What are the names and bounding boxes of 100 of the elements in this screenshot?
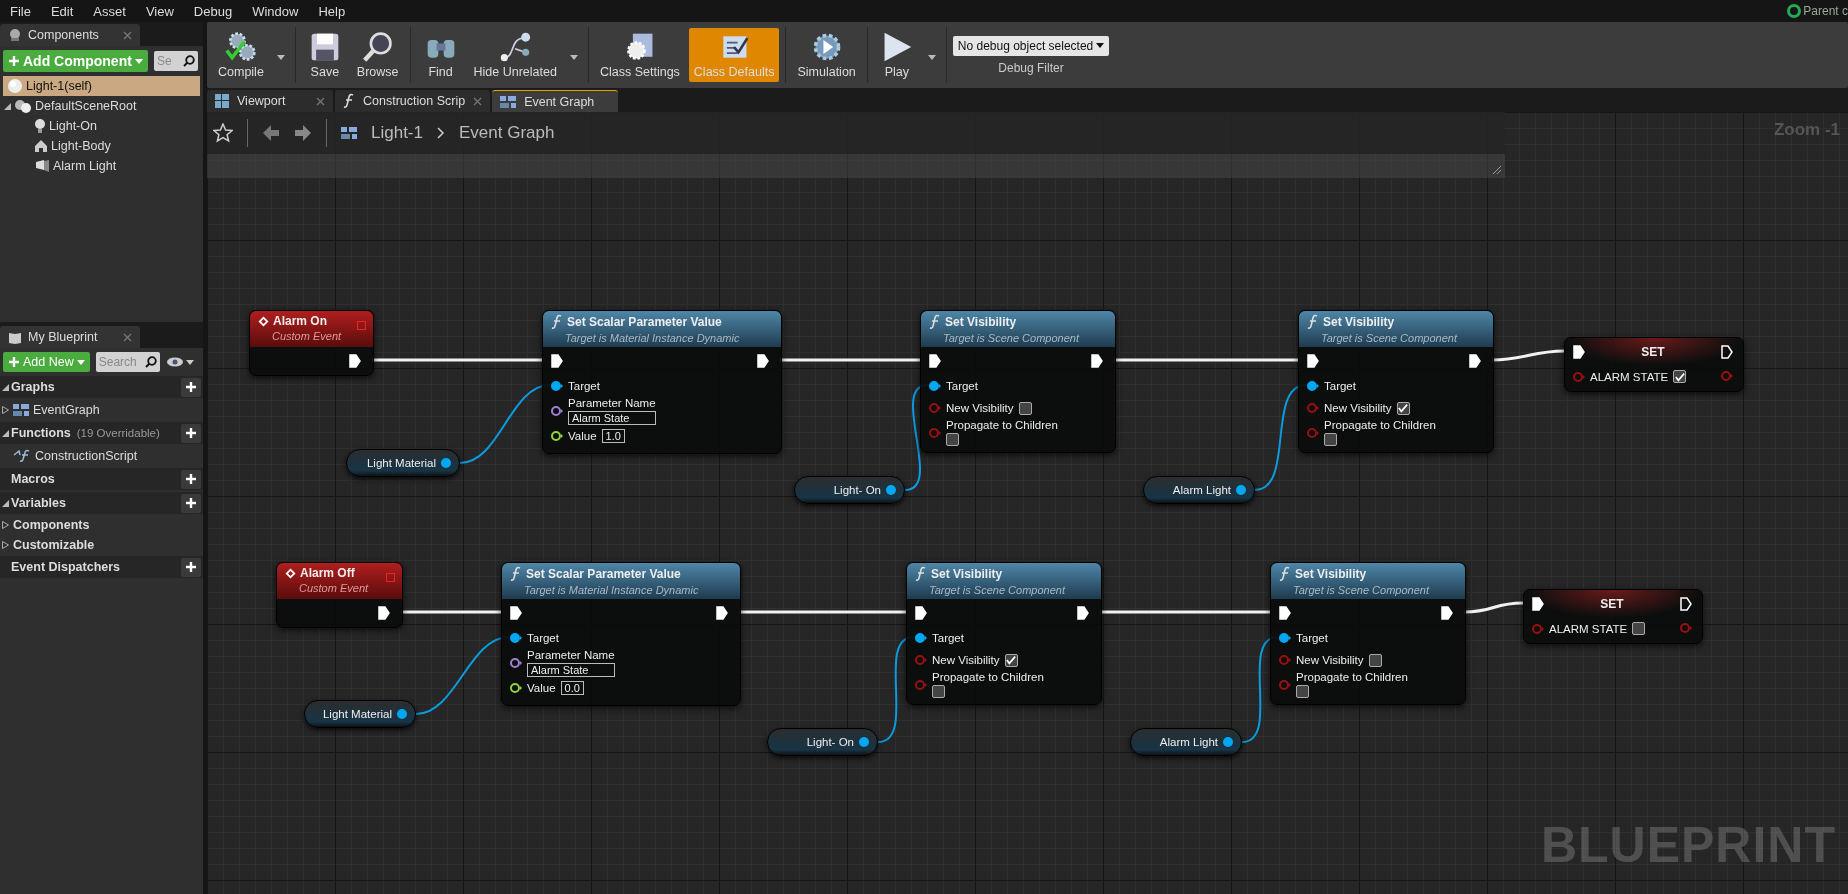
add-button[interactable] <box>181 423 201 443</box>
toolbar-button[interactable]: Hide Unrelated <box>468 28 562 82</box>
value-field[interactable]: 0.0 <box>560 681 584 695</box>
variable-node[interactable]: Light Material <box>346 449 460 477</box>
exec-pin-icon[interactable] <box>1469 354 1481 368</box>
menu-item[interactable]: Help <box>308 3 356 19</box>
collapsed-arrow-icon[interactable] <box>2 521 9 529</box>
breadcrumb-item[interactable]: Light-1 <box>371 123 423 143</box>
toolbar-button[interactable]: Compile <box>213 28 269 82</box>
tree-item[interactable]: Customizable <box>13 538 95 552</box>
section-title[interactable]: Macros <box>11 472 55 486</box>
pin-icon[interactable] <box>551 406 563 416</box>
close-icon[interactable] <box>316 96 325 106</box>
exec-pin-icon[interactable] <box>1441 606 1453 620</box>
panel-tab[interactable]: Components <box>0 24 140 46</box>
menu-item[interactable]: View <box>135 3 184 19</box>
pin-icon[interactable] <box>510 658 522 668</box>
pin-icon[interactable] <box>1236 485 1246 495</box>
tree-item[interactable]: Alarm Light <box>0 156 203 176</box>
function-node[interactable]: Set Visibility Target is Scene Component Target New Visibility Propagate to Children <box>1270 562 1466 705</box>
pin-icon[interactable] <box>510 633 522 643</box>
exec-pin-icon[interactable] <box>1279 606 1291 620</box>
checkbox[interactable] <box>946 433 959 446</box>
collapsed-arrow-icon[interactable] <box>2 541 9 549</box>
variable-node[interactable]: Alarm Light <box>1143 476 1255 504</box>
checkbox[interactable] <box>1396 401 1410 415</box>
checkbox[interactable] <box>932 685 945 698</box>
resize-grip-icon[interactable] <box>1492 165 1502 175</box>
set-node[interactable]: SET ALARM STATE <box>1564 337 1744 392</box>
debug-object-dropdown[interactable]: No debug object selected <box>952 35 1110 56</box>
document-tab[interactable]: Event Graph <box>492 90 619 112</box>
tree-item[interactable]: Light-1(self) <box>3 76 200 96</box>
pin-icon[interactable] <box>1279 633 1291 643</box>
pin-icon[interactable] <box>441 458 451 468</box>
pin-icon[interactable] <box>886 485 896 495</box>
add-button[interactable] <box>181 469 201 489</box>
function-node[interactable]: Set Visibility Target is Scene Component Target New Visibility Propagate to Children <box>1298 310 1494 453</box>
expanded-arrow-icon[interactable] <box>2 499 9 507</box>
pin-icon[interactable] <box>915 633 927 643</box>
exec-pin-icon[interactable] <box>1680 597 1692 611</box>
expanded-arrow-icon[interactable] <box>2 383 9 391</box>
menu-item[interactable]: Asset <box>83 3 136 19</box>
add-button[interactable] <box>181 493 201 513</box>
checkbox[interactable] <box>1018 401 1032 415</box>
section-title[interactable]: Variables <box>11 496 66 510</box>
exec-pin-icon[interactable] <box>510 606 522 620</box>
value-field[interactable]: Alarm State <box>568 411 656 425</box>
menu-item[interactable]: File <box>0 3 41 19</box>
add-button[interactable] <box>181 377 201 397</box>
pin-icon[interactable] <box>551 381 563 391</box>
document-tab[interactable]: Viewport <box>207 90 333 112</box>
exec-pin-icon[interactable] <box>551 354 563 368</box>
exec-pin-icon[interactable] <box>929 354 941 368</box>
function-node[interactable]: Set Scalar Parameter Value Target is Material Instance Dynamic Target Parameter Name Alarm State Value 0.0 <box>501 562 741 706</box>
expanded-arrow-icon[interactable] <box>4 102 11 110</box>
pin-icon[interactable] <box>1223 737 1233 747</box>
pin-icon[interactable] <box>1307 381 1319 391</box>
collapsed-arrow-icon[interactable] <box>2 406 9 414</box>
pin-icon[interactable] <box>859 737 869 747</box>
pin-icon[interactable] <box>510 683 522 693</box>
search-field[interactable]: Se <box>153 51 180 71</box>
toolbar-button[interactable]: Play <box>873 28 920 82</box>
event-node[interactable]: Alarm On Custom Event <box>249 310 374 376</box>
close-icon[interactable] <box>473 96 483 106</box>
pin-icon[interactable] <box>929 381 941 391</box>
expanded-arrow-icon[interactable] <box>2 429 9 437</box>
graph-canvas[interactable] <box>207 112 1848 894</box>
forward-arrow-icon[interactable] <box>294 124 312 142</box>
menu-item[interactable]: Window <box>242 3 309 19</box>
checkbox[interactable] <box>1324 433 1337 446</box>
event-node[interactable]: Alarm Off Custom Event <box>276 562 403 628</box>
toolbar-button[interactable]: Save <box>301 28 348 82</box>
add-button[interactable] <box>181 557 201 577</box>
tree-item[interactable]: ConstructionScript <box>35 449 138 463</box>
exec-pin-icon[interactable] <box>378 606 390 620</box>
exec-pin-icon[interactable] <box>1077 606 1089 620</box>
star-icon[interactable] <box>213 123 233 143</box>
breadcrumb-item[interactable]: Event Graph <box>459 123 555 143</box>
variable-node[interactable]: Light- On <box>794 476 905 504</box>
close-icon[interactable] <box>123 332 132 342</box>
tree-item[interactable]: Components <box>13 518 90 532</box>
pin-icon[interactable] <box>397 709 407 719</box>
function-node[interactable]: Set Visibility Target is Scene Component Target New Visibility Propagate to Children <box>920 310 1116 453</box>
exec-pin-icon[interactable] <box>1573 345 1585 359</box>
exec-pin-icon[interactable] <box>349 354 361 368</box>
value-field[interactable]: Alarm State <box>527 663 615 677</box>
pin-icon[interactable] <box>551 431 563 441</box>
exec-pin-icon[interactable] <box>757 354 769 368</box>
toolbar-button[interactable]: Browse <box>351 28 404 82</box>
search-field[interactable]: Search <box>95 352 142 372</box>
function-node[interactable]: Set Visibility Target is Scene Component Target New Visibility Propagate to Children <box>906 562 1102 705</box>
variable-node[interactable]: Light Material <box>304 700 416 728</box>
section-title[interactable]: Functions <box>11 426 71 440</box>
toolbar-button[interactable]: Find <box>416 28 465 82</box>
function-node[interactable]: Set Scalar Parameter Value Target is Material Instance Dynamic Target Parameter Name Alarm State Value 1.0 <box>542 310 782 454</box>
tree-item[interactable]: DefaultSceneRoot <box>0 96 203 116</box>
tree-item[interactable]: Light-On <box>0 116 203 136</box>
document-tab[interactable]: Construction Scrip <box>335 90 491 112</box>
checkbox[interactable] <box>1296 685 1309 698</box>
exec-pin-icon[interactable] <box>1091 354 1103 368</box>
